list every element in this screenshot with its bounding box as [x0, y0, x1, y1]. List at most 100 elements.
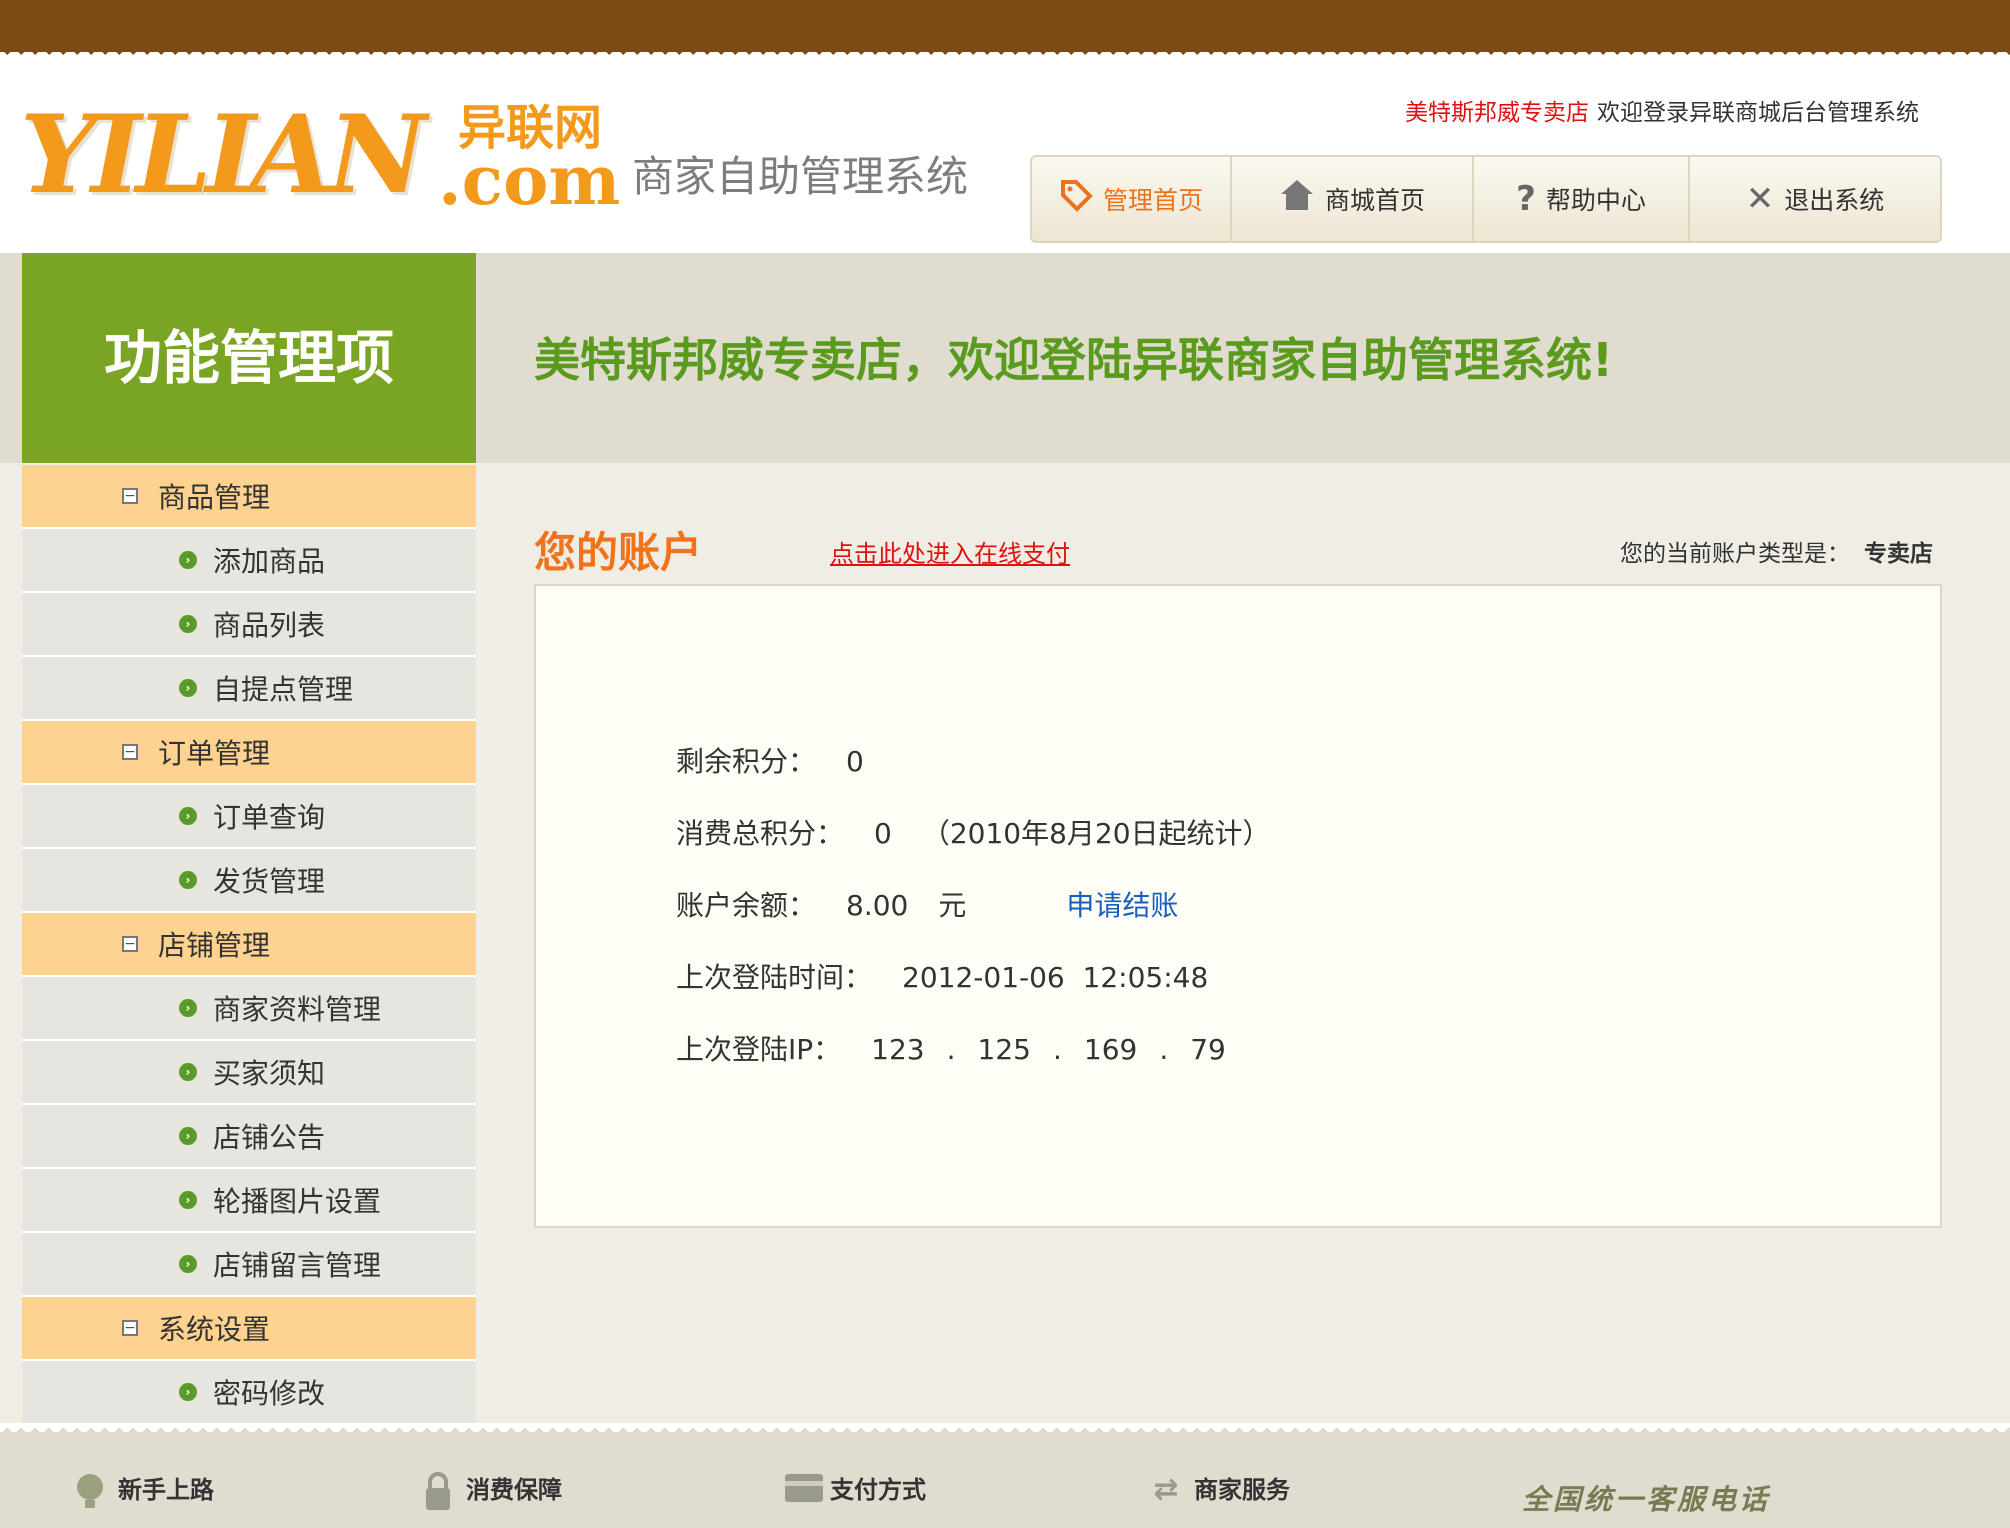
tag-icon — [1059, 178, 1093, 221]
customer-service-hotline: 全国统一客服电话 — [1522, 1483, 1771, 1516]
sidebar-item-label: 轮播图片设置 — [213, 1185, 382, 1218]
sidebar-group-products[interactable]: − 商品管理 — [22, 465, 476, 529]
sidebar-group-label: 系统设置 — [158, 1313, 271, 1346]
ip-segment: 123 — [871, 1033, 925, 1066]
footer-label: 消费保障 — [466, 1476, 562, 1504]
last-login-time-label: 上次登陆时间： — [676, 961, 873, 994]
sidebar-group-system[interactable]: − 系统设置 — [22, 1297, 476, 1361]
sidebar-item-label: 添加商品 — [213, 545, 326, 578]
nav-label: 管理首页 — [1102, 186, 1203, 215]
online-payment-link[interactable]: 点击此处进入在线支付 — [830, 538, 1070, 570]
last-login-ip-row: 上次登陆IP： 123. 125. 169. 79 — [676, 1030, 1226, 1070]
question-icon: ? — [1516, 179, 1536, 219]
account-type-value: 专卖店 — [1864, 541, 1933, 567]
sidebar-item-label: 店铺公告 — [213, 1121, 326, 1154]
total-points-row: 消费总积分： 0 （2010年8月20日起统计） — [676, 814, 1271, 854]
sidebar-item-label: 订单查询 — [213, 801, 326, 834]
collapse-icon: − — [122, 744, 138, 760]
footer-label: 商家服务 — [1194, 1476, 1290, 1504]
welcome-line: 美特斯邦威专卖店 欢迎登录异联商城后台管理系统 — [1405, 98, 1919, 128]
arrow-right-icon: › — [179, 1191, 197, 1209]
arrow-right-icon: › — [179, 807, 197, 825]
ip-address: 123. 125. 169. 79 — [871, 1033, 1226, 1066]
account-type: 您的当前账户类型是： 专卖店 — [1620, 538, 1933, 570]
remaining-points-label: 剩余积分： — [676, 745, 817, 778]
sidebar-group-store[interactable]: − 店铺管理 — [22, 913, 476, 977]
balance-value: 8.00 — [846, 889, 909, 922]
arrow-right-icon: › — [179, 1063, 197, 1081]
sidebar-item-order-query[interactable]: › 订单查询 — [22, 785, 476, 849]
total-points-value: 0 — [874, 817, 892, 850]
total-points-label: 消费总积分： — [676, 817, 845, 850]
nav-label: 退出系统 — [1784, 186, 1885, 215]
remaining-points-row: 剩余积分： 0 — [676, 742, 864, 782]
top-nav: 管理首页 商城首页 ? 帮助中心 ✕ 退出系统 — [1030, 155, 1942, 243]
arrow-right-icon: › — [179, 1383, 197, 1401]
remaining-points-value: 0 — [846, 745, 864, 778]
footer-label: 新手上路 — [118, 1476, 214, 1504]
sidebar-group-label: 订单管理 — [158, 737, 271, 770]
last-login-time-value: 2012-01-06 12:05:48 — [902, 961, 1209, 994]
collapse-icon: − — [122, 488, 138, 504]
card-icon — [784, 1472, 823, 1508]
system-name: 商家自助管理系统 — [632, 152, 969, 201]
footer-merchant-services[interactable]: ⇄ 商家服务 — [1148, 1470, 1290, 1510]
top-band — [0, 0, 2010, 62]
banner-welcome-text: 美特斯邦威专卖店，欢迎登陆异联商家自助管理系统! — [534, 333, 1613, 387]
sidebar-item-carousel-settings[interactable]: › 轮播图片设置 — [22, 1169, 476, 1233]
sidebar-item-store-messages[interactable]: › 店铺留言管理 — [22, 1233, 476, 1297]
welcome-message: 欢迎登录异联商城后台管理系统 — [1597, 100, 1919, 126]
sidebar-item-label: 商品列表 — [213, 609, 326, 642]
nav-label: 帮助中心 — [1545, 186, 1646, 215]
lock-icon — [420, 1472, 456, 1510]
apply-settlement-link[interactable]: 申请结账 — [1066, 889, 1178, 922]
last-login-ip-label: 上次登陆IP： — [676, 1033, 842, 1066]
sidebar-group-label: 商品管理 — [158, 481, 271, 514]
last-login-time-row: 上次登陆时间： 2012-01-06 12:05:48 — [676, 958, 1208, 998]
arrow-right-icon: › — [179, 615, 197, 633]
sidebar-item-buyer-notice[interactable]: › 买家须知 — [22, 1041, 476, 1105]
site-logo[interactable]: YILIAN 异联网 .com — [20, 92, 620, 218]
footer-newbie-guide[interactable]: 新手上路 — [72, 1470, 214, 1510]
exchange-icon: ⇄ — [1153, 1472, 1179, 1507]
arrow-right-icon: › — [179, 999, 197, 1017]
ip-segment: 125 — [977, 1033, 1031, 1066]
footer-label: 支付方式 — [830, 1476, 926, 1504]
balance-row: 账户余额： 8.00 元 申请结账 — [676, 886, 1178, 926]
sidebar-title: 功能管理项 — [22, 253, 476, 463]
sidebar-item-shipping[interactable]: › 发货管理 — [22, 849, 476, 913]
bulb-icon — [72, 1472, 108, 1508]
arrow-right-icon: › — [179, 551, 197, 569]
sidebar-item-label: 发货管理 — [213, 865, 326, 898]
sidebar-item-change-password[interactable]: › 密码修改 — [22, 1361, 476, 1425]
sidebar-item-product-list[interactable]: › 商品列表 — [22, 593, 476, 657]
balance-label: 账户余额： — [676, 889, 817, 922]
sidebar-item-label: 自提点管理 — [213, 673, 354, 706]
sidebar-item-pickup-points[interactable]: › 自提点管理 — [22, 657, 476, 721]
account-type-label: 您的当前账户类型是： — [1620, 541, 1850, 567]
arrow-right-icon: › — [179, 871, 197, 889]
sidebar-item-add-product[interactable]: › 添加商品 — [22, 529, 476, 593]
logo-text: YILIAN — [20, 92, 427, 218]
ip-segment: 79 — [1190, 1033, 1226, 1066]
sidebar-item-merchant-info[interactable]: › 商家资料管理 — [22, 977, 476, 1041]
account-title: 您的账户 — [534, 528, 703, 577]
nav-label: 商城首页 — [1324, 186, 1425, 215]
nav-help-center[interactable]: ? 帮助中心 — [1474, 157, 1690, 241]
arrow-right-icon: › — [179, 679, 197, 697]
close-icon: ✕ — [1745, 179, 1775, 219]
sidebar-group-orders[interactable]: − 订单管理 — [22, 721, 476, 785]
sidebar-item-store-announcement[interactable]: › 店铺公告 — [22, 1105, 476, 1169]
nav-admin-home[interactable]: 管理首页 — [1032, 157, 1232, 241]
collapse-icon: − — [122, 936, 138, 952]
arrow-right-icon: › — [179, 1255, 197, 1273]
footer-payment-methods[interactable]: 支付方式 — [784, 1470, 926, 1510]
nav-mall-home[interactable]: 商城首页 — [1232, 157, 1474, 241]
arrow-right-icon: › — [179, 1127, 197, 1145]
nav-logout[interactable]: ✕ 退出系统 — [1690, 157, 1940, 241]
sidebar-item-label: 密码修改 — [213, 1377, 326, 1410]
sidebar-item-label: 买家须知 — [213, 1057, 326, 1090]
footer-consumer-protection[interactable]: 消费保障 — [420, 1470, 562, 1510]
sidebar: − 商品管理 › 添加商品 › 商品列表 › 自提点管理 − 订单管理 › 订单… — [22, 465, 476, 1425]
sidebar-group-label: 店铺管理 — [158, 929, 271, 962]
